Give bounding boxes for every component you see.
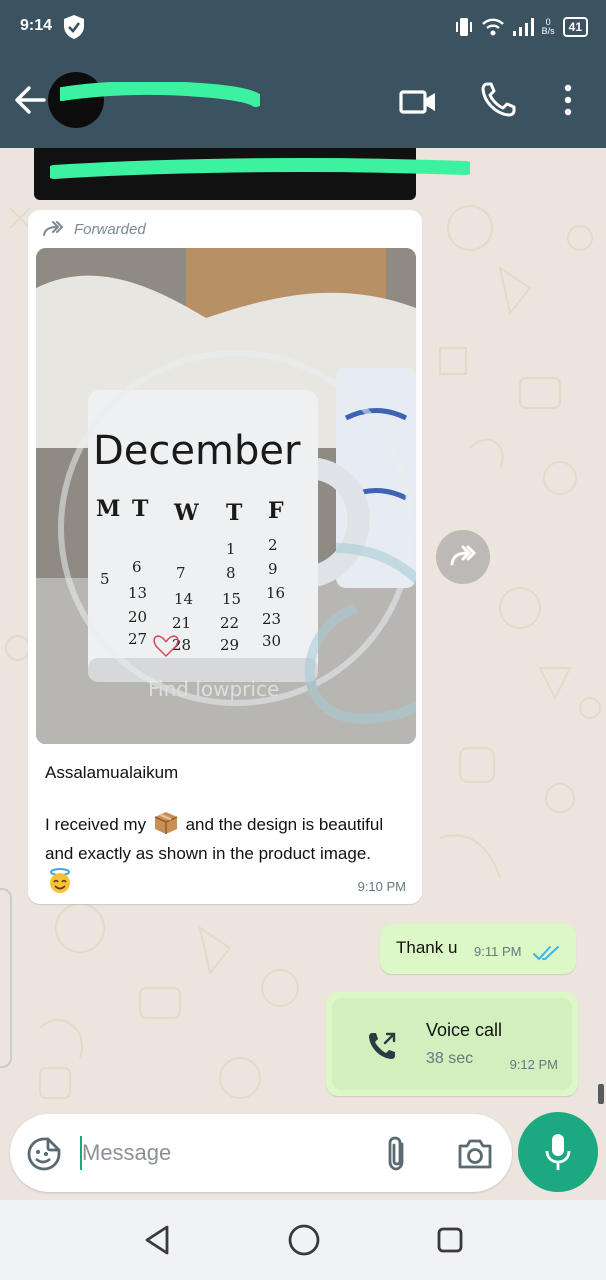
mug-weekday-3: W [173, 500, 199, 526]
forward-button[interactable] [436, 530, 490, 584]
composer-row [0, 1108, 606, 1200]
edge-panel-handle[interactable] [0, 888, 12, 1068]
attach-paperclip-icon[interactable] [380, 1134, 414, 1174]
voice-call-title: Voice call [426, 1020, 503, 1040]
nav-home-icon[interactable] [286, 1222, 322, 1258]
forwarded-indicator: Forwarded [42, 218, 146, 240]
smiling-halo-emoji-icon [50, 868, 70, 893]
mug-date: 29 [220, 636, 239, 654]
shield-check-icon [64, 15, 84, 39]
battery-indicator: 41 [562, 17, 588, 37]
voice-call-card[interactable]: Voice call 38 sec 9:12 PM [332, 998, 572, 1090]
watermark-text: Find lowprice [148, 677, 279, 701]
mug-date: 6 [132, 558, 142, 576]
mug-photo-illustration: December M T W T F 1 2 5 6 7 8 9 13 14 1… [36, 248, 416, 744]
signal-icon [512, 18, 534, 36]
message-text: Assalamualaikum I received my and the de… [45, 758, 395, 897]
status-time: 9:14 [20, 17, 53, 34]
forwarded-icon [43, 221, 64, 236]
network-speed: 0 B/s [542, 18, 555, 36]
mug-date: 1 [226, 540, 236, 558]
mug-date: 20 [128, 608, 147, 626]
voice-call-icon[interactable] [478, 80, 518, 120]
mug-date: 2 [268, 536, 278, 554]
mug-date: 27 [128, 630, 147, 648]
mug-date: 23 [262, 610, 281, 628]
package-emoji-icon [154, 812, 178, 834]
scrollbar-thumb[interactable] [598, 1084, 604, 1104]
status-bar: 9:14 0 B/s 41 [0, 0, 606, 56]
message-time: 9:12 PM [509, 1057, 558, 1072]
message-composer[interactable] [10, 1114, 512, 1192]
outgoing-call-icon [369, 1032, 396, 1059]
voice-message-button[interactable] [518, 1112, 598, 1192]
message-time: 9:10 PM [357, 879, 406, 894]
message-input[interactable] [82, 1138, 362, 1168]
incoming-message-bubble[interactable]: Forwarded December M T W T F 1 2 5 6 7 8… [28, 210, 422, 904]
mug-date: 8 [226, 564, 236, 582]
mug-text: December [93, 428, 301, 474]
message-body-start: I received my [45, 815, 147, 834]
mug-date: 13 [128, 584, 147, 602]
status-indicators: 0 B/s 41 [454, 14, 588, 40]
mug-weekday-2: T [132, 496, 149, 522]
mug-date: 16 [266, 584, 285, 602]
voice-call-duration: 38 sec [426, 1050, 474, 1067]
chat-area[interactable]: Forwarded December M T W T F 1 2 5 6 7 8… [0, 148, 606, 1108]
chat-header [0, 56, 606, 148]
message-time: 9:11 PM [474, 944, 522, 959]
mug-weekday-1: M [96, 496, 120, 522]
mug-date: 22 [220, 614, 239, 632]
message-text: Thank u [396, 938, 458, 957]
back-arrow-icon[interactable] [12, 82, 48, 118]
message-body: I received my and the design is beautifu… [45, 810, 395, 897]
mug-date: 7 [176, 564, 186, 582]
video-call-icon[interactable] [398, 84, 438, 120]
nav-back-icon[interactable] [140, 1222, 174, 1258]
mug-date: 14 [174, 590, 193, 608]
mug-date: 30 [262, 632, 281, 650]
read-receipt-icon [533, 946, 559, 961]
mug-date: 28 [172, 636, 191, 654]
network-speed-unit: B/s [541, 26, 555, 36]
mug-weekday-5: F [268, 498, 284, 524]
microphone-icon [545, 1134, 571, 1170]
forwarded-label: Forwarded [74, 220, 146, 238]
system-navigation-bar [0, 1200, 606, 1280]
mug-weekday-4: T [226, 500, 243, 526]
redaction-scribble [50, 158, 470, 179]
contact-name-redacted[interactable] [60, 82, 260, 108]
vibrate-icon [455, 18, 472, 36]
forward-arrow-icon [450, 545, 477, 566]
voice-call-bubble[interactable]: Voice call 38 sec 9:12 PM [326, 992, 578, 1096]
message-greeting: Assalamualaikum [45, 763, 179, 782]
mug-date: 9 [268, 560, 278, 578]
nav-recents-icon[interactable] [434, 1224, 466, 1256]
mug-date: 5 [100, 570, 110, 588]
emoji-sticker-icon[interactable] [26, 1136, 62, 1172]
outgoing-message-bubble[interactable]: Thank u 9:11 PM [380, 924, 576, 974]
camera-icon[interactable] [456, 1136, 494, 1172]
mug-date: 15 [222, 590, 241, 608]
wifi-icon [481, 18, 504, 36]
mug-photo[interactable]: December M T W T F 1 2 5 6 7 8 9 13 14 1… [36, 248, 416, 744]
more-options-icon[interactable] [556, 80, 580, 120]
mug-date: 21 [172, 614, 191, 632]
